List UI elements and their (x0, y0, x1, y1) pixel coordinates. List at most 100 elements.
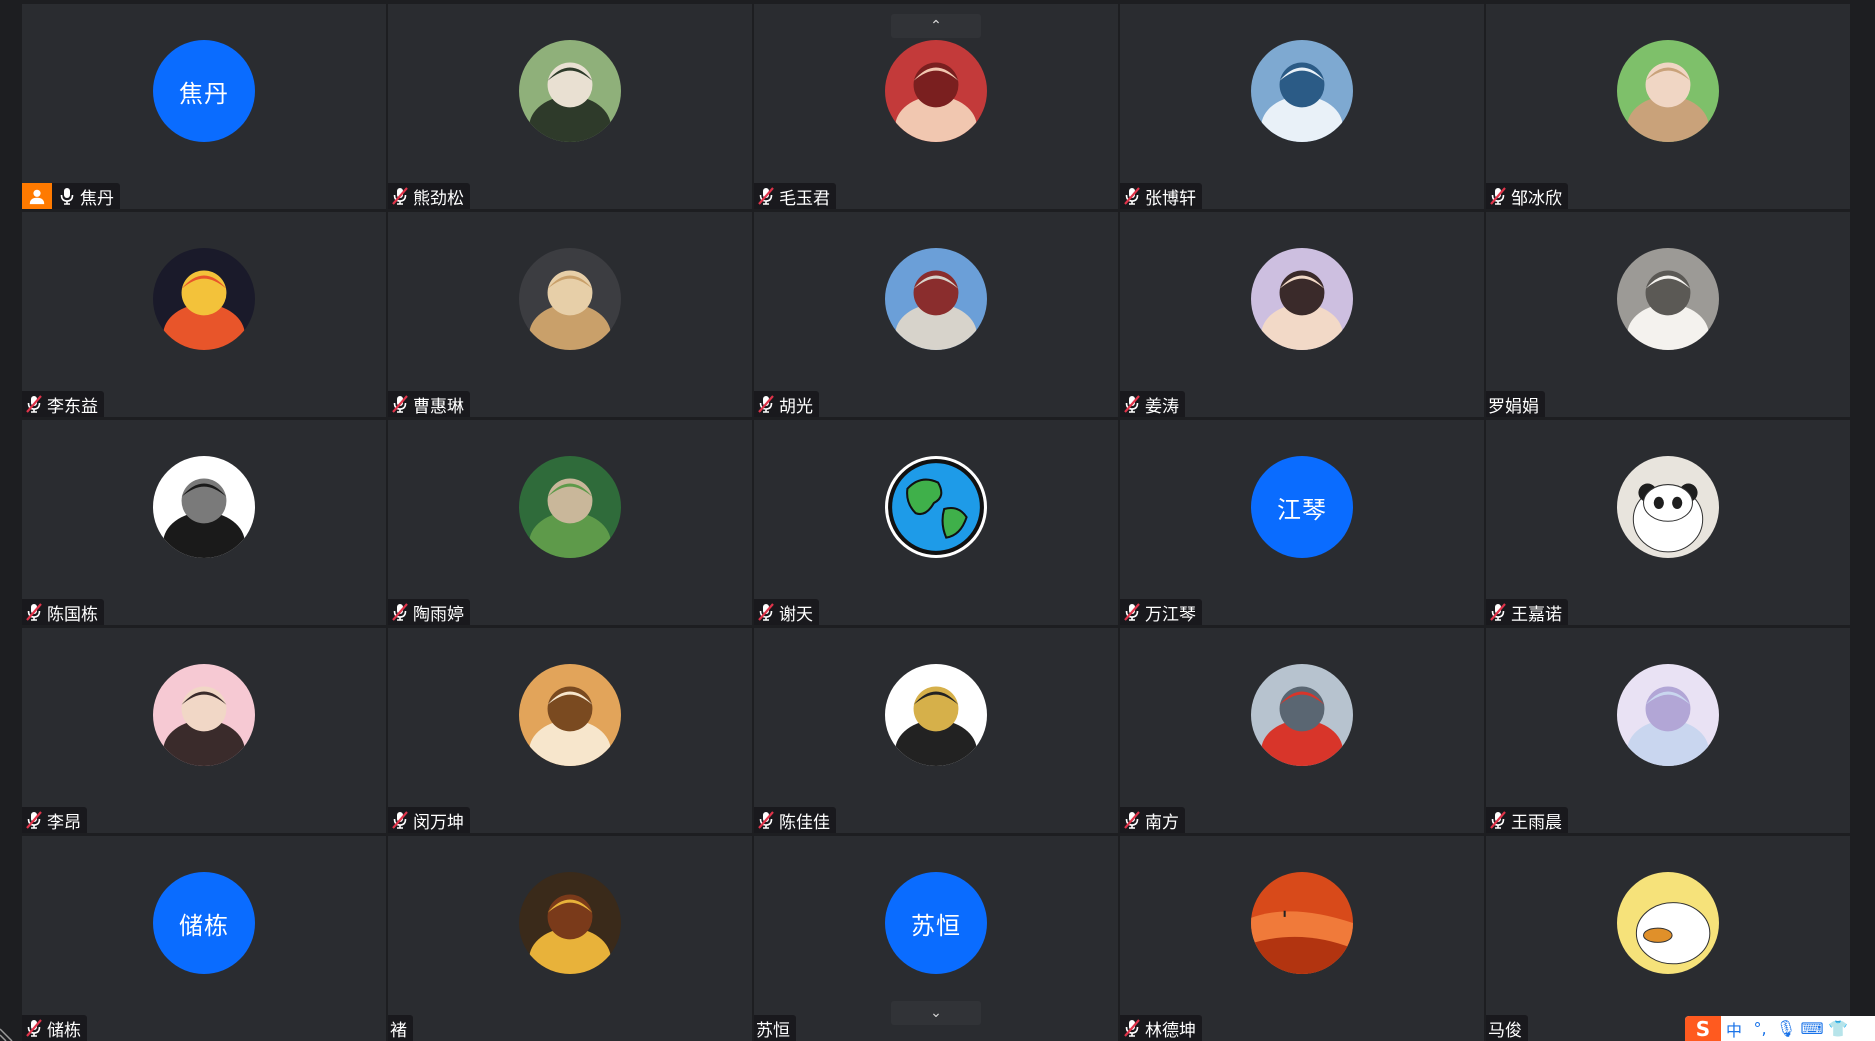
participant-name: 焦丹 (80, 188, 114, 209)
participant-tile[interactable]: 林德坤 (1120, 836, 1484, 1041)
mic-muted-icon (758, 187, 774, 205)
avatar (885, 40, 987, 142)
sketch-figure-icon (885, 664, 987, 766)
participant-tile[interactable]: 曹惠琳 (388, 212, 752, 417)
page-down-button[interactable]: ⌄ (891, 1001, 981, 1025)
avatar: 焦丹 (153, 40, 255, 142)
cartoon-face-icon (1251, 248, 1353, 350)
avatar: 江琴 (1251, 456, 1353, 558)
participant-tile[interactable]: 江琴万江琴 (1120, 420, 1484, 625)
mic-muted-icon (392, 187, 408, 205)
participant-name: 陈国栋 (47, 604, 98, 625)
participant-name-tag: 姜涛 (1120, 391, 1185, 417)
participant-name-tag: 邹冰欣 (1486, 183, 1568, 209)
participant-tile[interactable]: 胡光 (754, 212, 1118, 417)
participant-name-tag: 万江琴 (1120, 599, 1202, 625)
participant-tile[interactable]: 陶雨婷 (388, 420, 752, 625)
seaside-person-icon (1251, 40, 1353, 142)
mic-muted-icon (758, 811, 774, 829)
avatar: 储栋 (153, 872, 255, 974)
masked-anime-icon (153, 456, 255, 558)
participant-name-tag: 王嘉诺 (1486, 599, 1568, 625)
participant-name: 马俊 (1488, 1020, 1522, 1041)
participant-tile[interactable]: 李东益 (22, 212, 386, 417)
ime-punctuation-toggle[interactable]: °, (1747, 1019, 1773, 1038)
avatar (1251, 872, 1353, 974)
participant-tile[interactable]: 张博轩 (1120, 4, 1484, 209)
mic-muted-icon (392, 603, 408, 621)
participant-name-tag: 储栋 (22, 1015, 87, 1041)
avatar (519, 248, 621, 350)
jojo-anime-icon (519, 872, 621, 974)
participant-tile[interactable]: 褚 (388, 836, 752, 1041)
chevron-down-icon: ⌄ (930, 1005, 942, 1021)
participant-name: 姜涛 (1145, 396, 1179, 417)
mic-muted-icon (1124, 395, 1140, 413)
participant-name: 毛玉君 (779, 188, 830, 209)
sogou-logo-icon[interactable]: S (1685, 1016, 1721, 1041)
participant-tile[interactable]: 南方 (1120, 628, 1484, 833)
participant-name-tag: 林德坤 (1120, 1015, 1202, 1041)
participant-name: 闵万坤 (413, 812, 464, 833)
avatar (1617, 456, 1719, 558)
participant-tile[interactable]: 王嘉诺 (1486, 420, 1850, 625)
chibi-boy-icon (153, 664, 255, 766)
ime-keyboard-icon[interactable]: ⌨ (1799, 1019, 1825, 1038)
participant-tile[interactable]: 熊劲松 (388, 4, 752, 209)
participant-tile[interactable]: 谢天 (754, 420, 1118, 625)
page-up-button[interactable]: ⌃ (891, 14, 981, 38)
anime-girl-icon (519, 40, 621, 142)
panda-bear-icon (1617, 456, 1719, 558)
participant-name-tag: 罗娟娟 (1486, 391, 1545, 417)
mic-muted-icon (1124, 187, 1140, 205)
participant-name: 陶雨婷 (413, 604, 464, 625)
orange-cat-icon (519, 664, 621, 766)
ime-toolbar[interactable]: S 中 °, 🎙 ⌨ 👕 (1685, 1016, 1875, 1041)
mic-icon (60, 188, 74, 205)
resize-handle-icon[interactable] (0, 1021, 20, 1041)
mic-muted-icon (26, 395, 42, 413)
participant-tile[interactable]: 罗娟娟 (1486, 212, 1850, 417)
participant-name: 林德坤 (1145, 1020, 1196, 1041)
participant-name-tag: 焦丹 (22, 183, 120, 209)
participant-name: 王雨晨 (1511, 812, 1562, 833)
hamster-icon (519, 248, 621, 350)
mic-muted-icon (392, 395, 408, 413)
baby-straw-hat-icon (1617, 40, 1719, 142)
mic-muted-icon (1124, 811, 1140, 829)
avatar: 苏恒 (885, 872, 987, 974)
participant-tile[interactable]: 陈佳佳 (754, 628, 1118, 833)
pastel-cat-icon (1617, 664, 1719, 766)
participant-tile[interactable]: 王雨晨 (1486, 628, 1850, 833)
avatar (1251, 40, 1353, 142)
avatar (885, 456, 987, 558)
participant-tile[interactable]: 邹冰欣 (1486, 4, 1850, 209)
participant-name-tag: 胡光 (754, 391, 819, 417)
participant-tile[interactable]: 闵万坤 (388, 628, 752, 833)
ime-skin-icon[interactable]: 👕 (1825, 1019, 1851, 1038)
red-toy-icon (1251, 664, 1353, 766)
participant-tile[interactable]: 储栋 储栋 (22, 836, 386, 1041)
mic-muted-icon (758, 395, 774, 413)
avatar (1617, 664, 1719, 766)
child-red-hat-icon (885, 40, 987, 142)
participant-name-tag: 曹惠琳 (388, 391, 470, 417)
participant-name-tag: 马俊 (1486, 1015, 1528, 1041)
mic-muted-icon (1490, 811, 1506, 829)
ime-lang-toggle[interactable]: 中 (1721, 1017, 1747, 1041)
participant-name-tag: 南方 (1120, 807, 1185, 833)
participant-name: 张博轩 (1145, 188, 1196, 209)
ime-voice-icon[interactable]: 🎙 (1773, 1019, 1799, 1038)
participant-tile[interactable]: 李昂 (22, 628, 386, 833)
meeting-gallery-view: 焦丹 焦丹 熊劲松 毛玉君 张博轩 邹冰欣 李东益 曹惠琳 胡光 姜涛 罗娟娟 陈国栋 陶雨婷 谢天 江琴万… (0, 0, 1875, 1041)
participant-tile[interactable]: 焦丹 焦丹 (22, 4, 386, 209)
koi-fish-icon (153, 248, 255, 350)
participant-tile[interactable]: 姜涛 (1120, 212, 1484, 417)
mic-muted-icon (1490, 603, 1506, 621)
host-badge-icon (22, 183, 52, 209)
participant-name: 陈佳佳 (779, 812, 830, 833)
participant-name-tag: 李东益 (22, 391, 104, 417)
participant-tile[interactable]: 陈国栋 (22, 420, 386, 625)
participant-tile[interactable]: 马俊 (1486, 836, 1850, 1041)
participant-name-tag: 褚 (388, 1015, 413, 1041)
